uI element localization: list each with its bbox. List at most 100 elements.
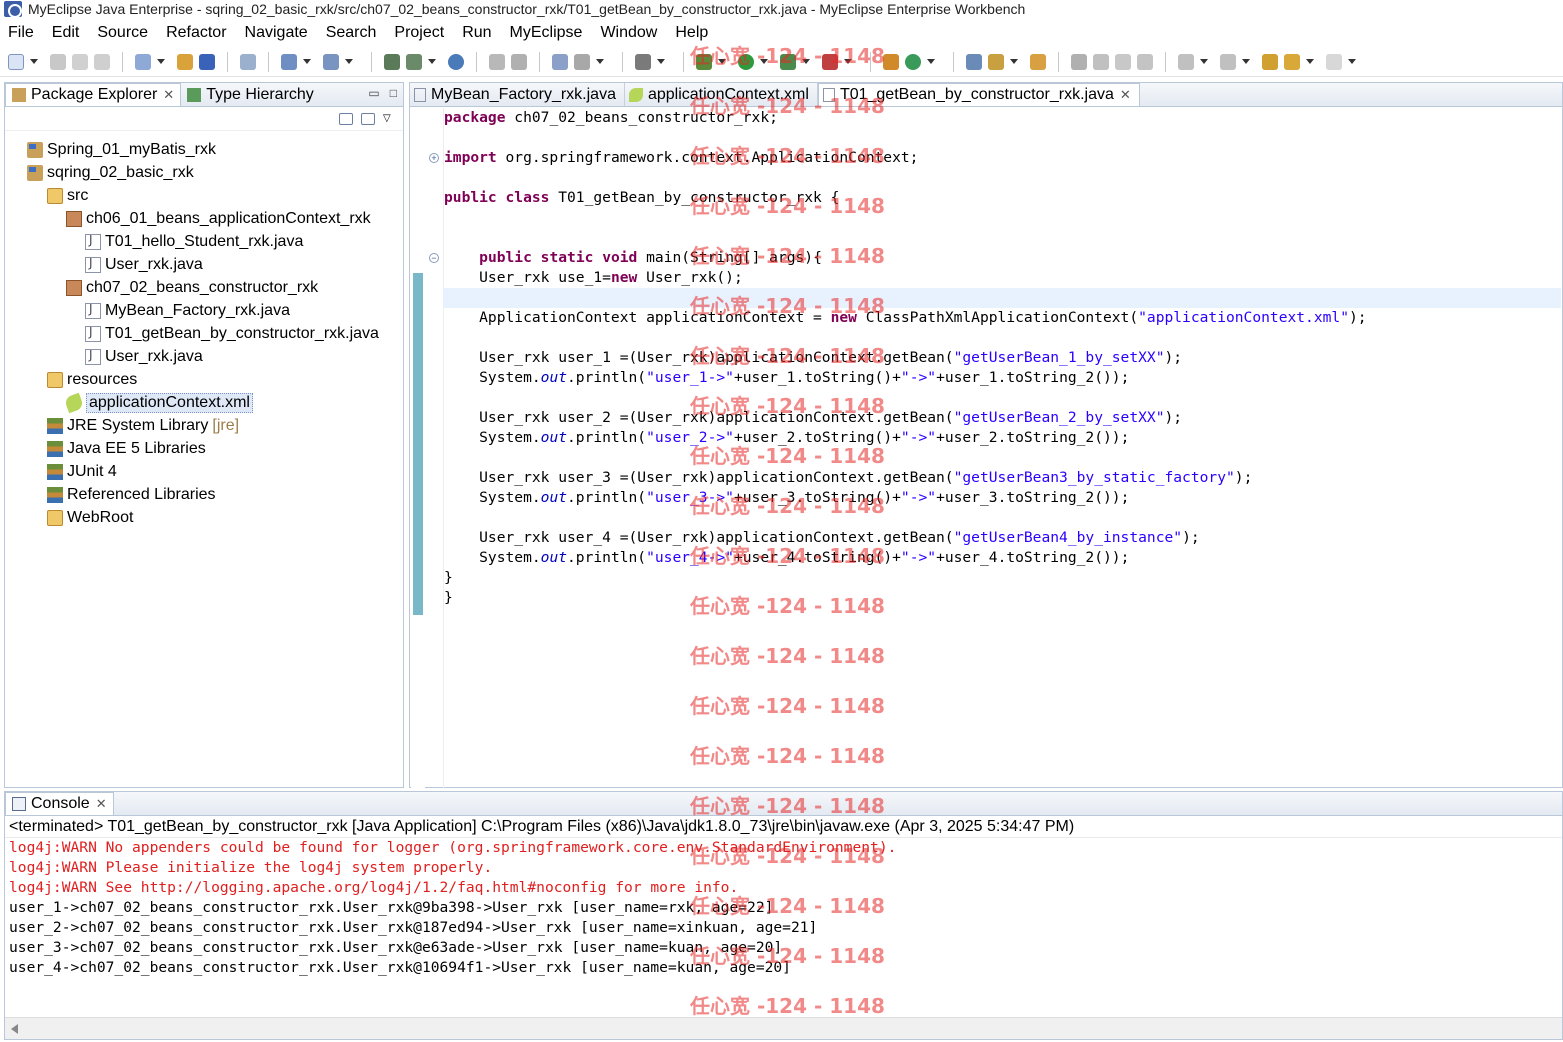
save-all-icon[interactable] <box>72 53 88 70</box>
code-line[interactable]: import org.springframework.context.Appli… <box>443 148 1561 168</box>
tree-item[interactable]: resources <box>47 369 137 391</box>
stop-icon[interactable] <box>822 53 838 70</box>
close-icon[interactable]: ✕ <box>96 796 107 812</box>
editor-tab-mybean-factory[interactable]: MyBean_Factory_rxk.java <box>410 83 625 106</box>
prev-annotation-dropdown-icon[interactable] <box>1242 59 1250 64</box>
show-whitespace-icon[interactable] <box>1137 53 1153 70</box>
code-line[interactable]: package ch07_02_beans_constructor_rxk; <box>443 108 1561 128</box>
code-line[interactable]: User_rxk user_2 =(User_rxk)applicationCo… <box>443 408 1561 428</box>
code-line[interactable]: System.out.println("user_2->"+user_2.toS… <box>443 428 1561 448</box>
next-annotation-dropdown-icon[interactable] <box>1200 59 1208 64</box>
tree-item[interactable]: Referenced Libraries <box>47 484 216 506</box>
prev-annotation-icon[interactable] <box>1220 53 1236 70</box>
tree-item[interactable]: WebRoot <box>47 507 133 529</box>
menu-source[interactable]: Source <box>97 24 148 42</box>
menu-edit[interactable]: Edit <box>52 24 80 42</box>
code-line[interactable]: System.out.println("user_3->"+user_3.toS… <box>443 488 1561 508</box>
editor-tab-applicationcontext-xml[interactable]: applicationContext.xml <box>625 83 818 106</box>
tree-item[interactable]: Java EE 5 Libraries <box>47 438 206 460</box>
maximize-icon[interactable]: □ <box>390 86 397 100</box>
annotation-icon[interactable] <box>1071 53 1087 70</box>
code-line[interactable] <box>443 128 1561 148</box>
refresh-icon[interactable] <box>511 53 527 70</box>
settings-dropdown-icon[interactable] <box>596 59 604 64</box>
project-dropdown-icon[interactable] <box>157 59 165 64</box>
tab-type-hierarchy[interactable]: Type Hierarchy <box>181 83 320 106</box>
browser-icon[interactable] <box>448 53 464 70</box>
menu-myeclipse[interactable]: MyEclipse <box>510 24 583 42</box>
new-package-dropdown-icon[interactable] <box>927 59 935 64</box>
tree-item[interactable]: User_rxk.java <box>85 346 203 368</box>
folder-open-icon[interactable] <box>1030 53 1046 70</box>
tree-item[interactable]: User_rxk.java <box>85 254 203 276</box>
settings-icon[interactable] <box>574 53 590 70</box>
tab-console[interactable]: Console ✕ <box>5 792 114 815</box>
debug-dropdown-icon[interactable] <box>718 59 726 64</box>
tree-item[interactable]: Spring_01_myBatis_rxk <box>27 139 216 161</box>
menu-refactor[interactable]: Refactor <box>166 24 226 42</box>
tree-item[interactable]: applicationContext.xml <box>63 392 253 414</box>
pencil-icon[interactable] <box>1093 53 1109 70</box>
back-icon[interactable] <box>1284 53 1300 70</box>
open-type-dropdown-icon[interactable] <box>303 59 311 64</box>
code-line[interactable]: } <box>443 568 1561 588</box>
back-dropdown-icon[interactable] <box>1306 59 1314 64</box>
code-area[interactable]: package ch07_02_beans_constructor_rxk; i… <box>443 108 1561 608</box>
code-line[interactable] <box>443 288 1561 308</box>
code-line[interactable] <box>443 328 1561 348</box>
tree-item[interactable]: ch06_01_beans_applicationContext_rxk <box>66 208 371 230</box>
forward-icon[interactable] <box>1326 53 1342 70</box>
web-project-icon[interactable] <box>552 53 568 70</box>
open-type-icon[interactable] <box>281 53 297 70</box>
stop-dropdown-icon[interactable] <box>844 59 852 64</box>
tab-package-explorer[interactable]: Package Explorer ✕ <box>5 83 182 106</box>
collapse-method-icon[interactable]: − <box>429 253 439 263</box>
view-menu-icon[interactable]: ▽ <box>383 113 393 124</box>
code-line[interactable]: public static void main(String[] args){ <box>443 248 1561 268</box>
menu-help[interactable]: Help <box>675 24 708 42</box>
code-line[interactable]: User_rxk use_1=new User_rxk(); <box>443 268 1561 288</box>
code-line[interactable] <box>443 448 1561 468</box>
menu-window[interactable]: Window <box>600 24 657 42</box>
run-dropdown-icon[interactable] <box>760 59 768 64</box>
paste-icon[interactable] <box>489 53 505 70</box>
tree-item[interactable]: src <box>47 185 88 207</box>
print-icon[interactable] <box>94 53 110 70</box>
horizontal-scrollbar[interactable] <box>5 1017 1562 1039</box>
close-icon[interactable]: ✕ <box>163 87 174 103</box>
wizard-icon[interactable] <box>406 53 422 70</box>
new-dropdown-icon[interactable] <box>30 59 38 64</box>
run-external-icon[interactable] <box>780 53 796 70</box>
tree-item[interactable]: ch07_02_beans_constructor_rxk <box>66 277 318 299</box>
code-line[interactable] <box>443 208 1561 228</box>
pin-icon[interactable] <box>988 53 1004 70</box>
code-line[interactable]: System.out.println("user_4->"+user_4.toS… <box>443 548 1561 568</box>
search-dropdown-icon[interactable] <box>345 59 353 64</box>
new-class-icon[interactable] <box>883 53 899 70</box>
code-line[interactable] <box>443 388 1561 408</box>
code-line[interactable] <box>443 168 1561 188</box>
menu-navigate[interactable]: Navigate <box>245 24 308 42</box>
tree-item[interactable]: T01_hello_Student_rxk.java <box>85 231 303 253</box>
forward-dropdown-icon[interactable] <box>1348 59 1356 64</box>
menu-search[interactable]: Search <box>326 24 377 42</box>
database-icon[interactable] <box>384 53 400 70</box>
menu-project[interactable]: Project <box>394 24 444 42</box>
menu-file[interactable]: File <box>8 24 34 42</box>
search-icon[interactable] <box>323 53 339 70</box>
tree-item[interactable]: MyBean_Factory_rxk.java <box>85 300 290 322</box>
code-line[interactable]: } <box>443 588 1561 608</box>
menu-run[interactable]: Run <box>462 24 491 42</box>
new-java-project-icon[interactable] <box>135 53 151 70</box>
save-icon[interactable] <box>50 53 66 70</box>
console-output[interactable]: log4j:WARN No appenders could be found f… <box>5 838 1562 978</box>
code-line[interactable]: User_rxk user_4 =(User_rxk)applicationCo… <box>443 528 1561 548</box>
camera-icon[interactable] <box>635 53 651 70</box>
editor-tab-t01-getbean[interactable]: T01_getBean_by_constructor_rxk.java ✕ <box>817 83 1140 106</box>
new-package-icon[interactable] <box>905 53 921 70</box>
code-line[interactable]: public class T01_getBean_by_constructor_… <box>443 188 1561 208</box>
code-line[interactable]: System.out.println("user_1->"+user_1.toS… <box>443 368 1561 388</box>
server-icon[interactable] <box>199 53 215 70</box>
tree-item[interactable]: sqring_02_basic_rxk <box>27 162 194 184</box>
open-perspective-icon[interactable] <box>240 53 256 70</box>
